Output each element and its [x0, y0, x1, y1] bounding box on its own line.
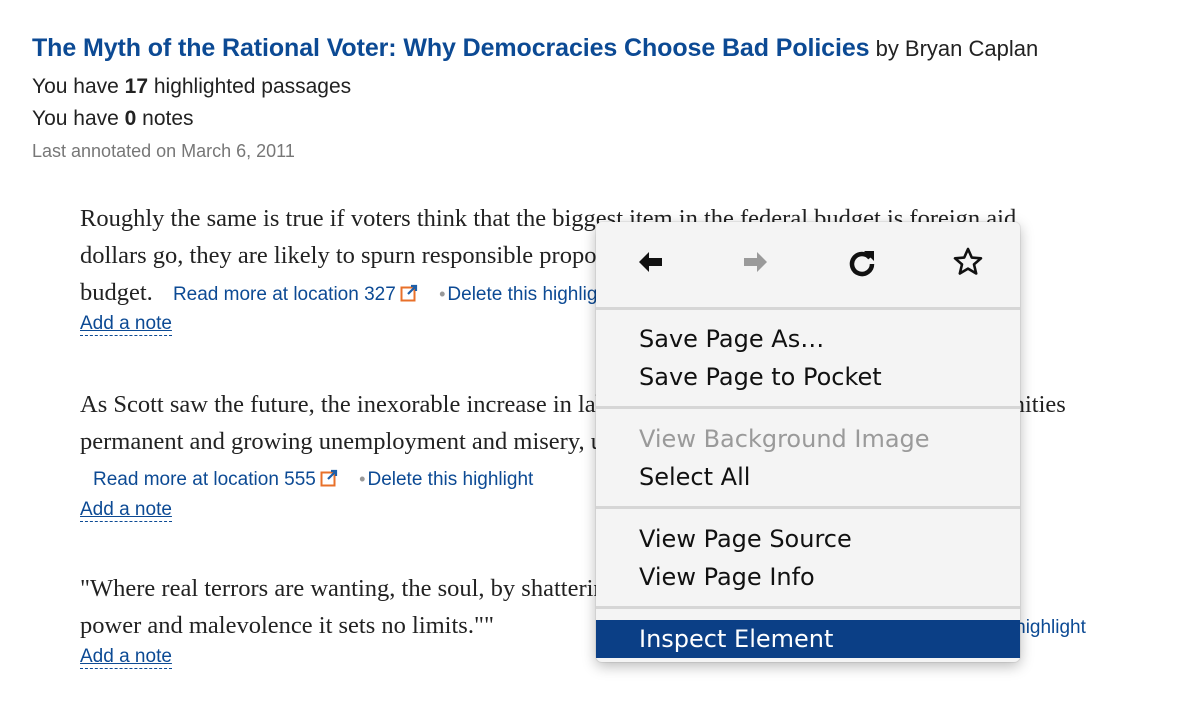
add-note-link[interactable]: Add a note [80, 646, 172, 669]
note-count-prefix: You have [32, 107, 125, 130]
forward-button[interactable] [736, 244, 776, 284]
read-more-link[interactable]: Read more at location 327 [173, 284, 396, 305]
highlight-count: 17 [124, 75, 149, 98]
note-count-suffix: notes [136, 107, 194, 130]
separator-dot: • [439, 284, 446, 304]
menu-separator [596, 406, 1020, 409]
forward-arrow-icon [741, 247, 771, 281]
back-button[interactable] [630, 244, 670, 284]
menu-separator [596, 606, 1020, 609]
menu-item-view-page-info[interactable]: View Page Info [596, 558, 1020, 596]
menu-item-save-page-as[interactable]: Save Page As… [596, 320, 1020, 358]
separator-dot: • [359, 469, 366, 489]
reload-icon [847, 247, 877, 281]
title-line: The Myth of the Rational Voter: Why Demo… [32, 34, 1178, 63]
reload-button[interactable] [842, 244, 882, 284]
back-arrow-icon [635, 247, 665, 281]
menu-item-view-page-source[interactable]: View Page Source [596, 520, 1020, 558]
bookmark-button[interactable] [948, 244, 988, 284]
menu-item-inspect-element[interactable]: Inspect Element [596, 620, 1020, 658]
external-link-icon [320, 463, 338, 487]
highlight-line-text: budget. [80, 279, 153, 306]
bookmark-star-icon [952, 246, 984, 282]
add-note-link[interactable]: Add a note [80, 499, 172, 522]
book-title-link[interactable]: The Myth of the Rational Voter: Why Demo… [32, 34, 870, 62]
menu-separator [596, 307, 1020, 310]
delete-highlight-link[interactable]: Delete this highlight [367, 469, 533, 490]
highlight-count-suffix: highlighted passages [148, 75, 352, 98]
book-header: The Myth of the Rational Voter: Why Demo… [32, 34, 1178, 162]
note-count-line: You have 0 notes [32, 107, 1178, 131]
highlight-actions: Read more at location 327 • Delete this h… [173, 284, 613, 305]
menu-item-save-page-to-pocket[interactable]: Save Page to Pocket [596, 358, 1020, 396]
delete-highlight-link[interactable]: Delete this highlight [447, 284, 613, 305]
menu-item-view-background-image[interactable]: View Background Image [596, 420, 1020, 458]
menu-separator [596, 506, 1020, 509]
highlight-count-prefix: You have [32, 75, 125, 98]
last-annotated: Last annotated on March 6, 2011 [32, 141, 295, 161]
highlight-line-text: power and malevolence it sets no limits.… [80, 612, 494, 639]
menu-item-select-all[interactable]: Select All [596, 458, 1020, 496]
highlight-count-line: You have 17 highlighted passages [32, 75, 1178, 99]
external-link-icon [400, 278, 418, 302]
context-menu-nav [596, 222, 1020, 306]
context-menu: Save Page As… Save Page to Pocket View B… [596, 222, 1020, 662]
note-count: 0 [124, 107, 137, 130]
book-author: by Bryan Caplan [875, 36, 1039, 61]
add-note-link[interactable]: Add a note [80, 313, 172, 336]
read-more-link[interactable]: Read more at location 555 [93, 469, 316, 490]
